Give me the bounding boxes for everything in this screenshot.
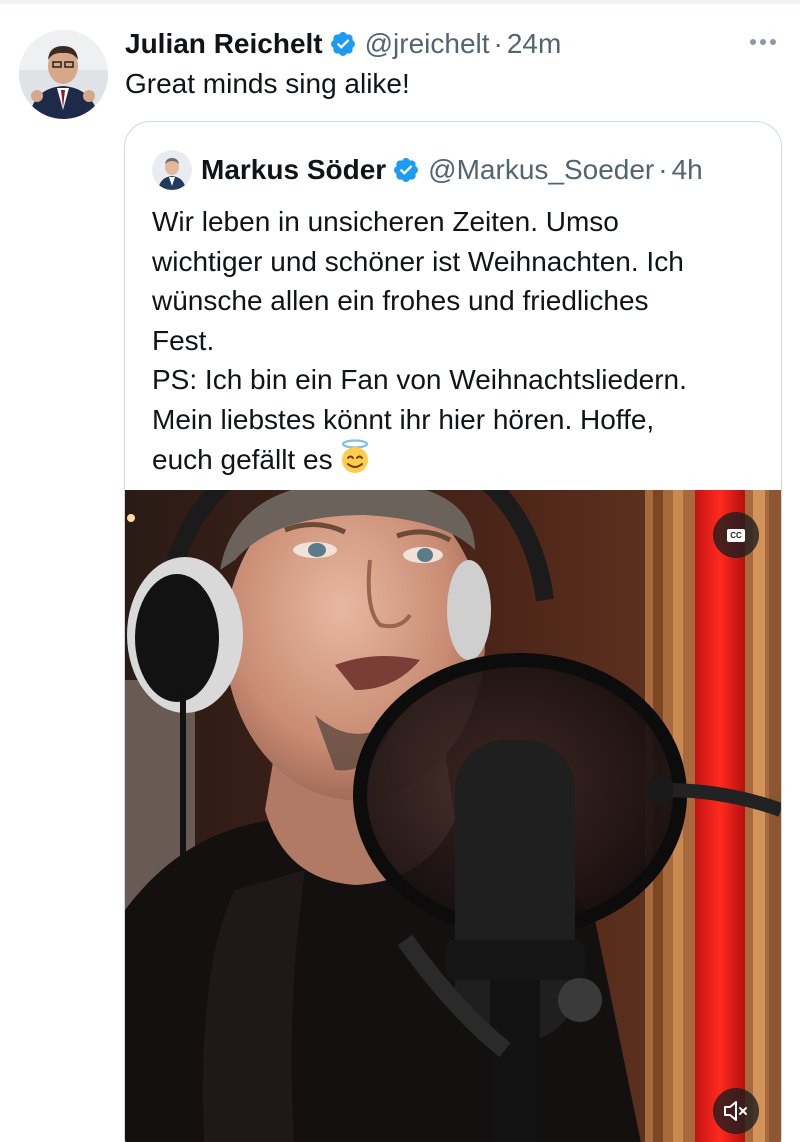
quoted-text-line: wünsche allen ein frohes und friedliches (152, 285, 649, 316)
smiling-face-with-halo-emoji-icon (337, 439, 373, 475)
quoted-text-line-last: euch gefällt es (152, 439, 762, 480)
quoted-text-line: Mein liebstes könnt ihr hier hören. Hoff… (152, 403, 655, 435)
quoted-author-handle[interactable]: @Markus_Soeder (428, 154, 654, 186)
quoted-avatar-image (152, 150, 192, 190)
author-avatar-image (19, 30, 108, 119)
author-handle[interactable]: @jreichelt (365, 28, 490, 60)
quoted-text-line: PS: Ich bin ein Fan von Weihnachtslieder… (152, 364, 687, 395)
video-frame (125, 490, 781, 1142)
quoted-text-line: Fest. (152, 324, 215, 356)
quoted-author-avatar[interactable] (152, 150, 192, 190)
separator: · (658, 154, 668, 185)
tweet[interactable]: Julian Reichelt @jreichelt · 24m Great m… (0, 0, 800, 1142)
quoted-tweet[interactable]: Markus Söder @Markus_Soeder · 4h Wir leb… (124, 121, 782, 1142)
more-dots-icon[interactable] (745, 30, 781, 54)
timestamp[interactable]: 24m (507, 28, 561, 60)
quoted-author-name[interactable]: Markus Söder (201, 154, 386, 186)
quoted-text-line: Wir leben in unsicheren Zeiten. Umso (152, 206, 619, 237)
mute-button[interactable] (713, 1088, 759, 1134)
verified-badge-icon (329, 30, 357, 58)
author-name[interactable]: Julian Reichelt (125, 28, 323, 60)
separator: · (493, 28, 503, 59)
quoted-tweet-text: Wir leben in unsicheren Zeiten. Umso wic… (152, 202, 762, 480)
tweet-header: Julian Reichelt @jreichelt · 24m (125, 24, 561, 64)
verified-badge-icon (392, 156, 420, 184)
video-player[interactable]: CC (125, 490, 781, 1142)
quoted-text-line: wichtiger und schöner ist Weihnachten. I… (152, 245, 684, 277)
tweet-text: Great minds sing alike! (125, 68, 410, 99)
divider (0, 0, 800, 4)
quoted-timestamp[interactable]: 4h (672, 154, 703, 186)
quoted-tweet-header: Markus Söder @Markus_Soeder · 4h (201, 150, 703, 190)
cc-icon: CC (727, 528, 745, 542)
captions-button[interactable]: CC (713, 512, 759, 558)
speaker-muted-icon (724, 1101, 747, 1121)
author-avatar[interactable] (19, 30, 108, 119)
quoted-text-line: euch gefällt es (152, 444, 333, 475)
